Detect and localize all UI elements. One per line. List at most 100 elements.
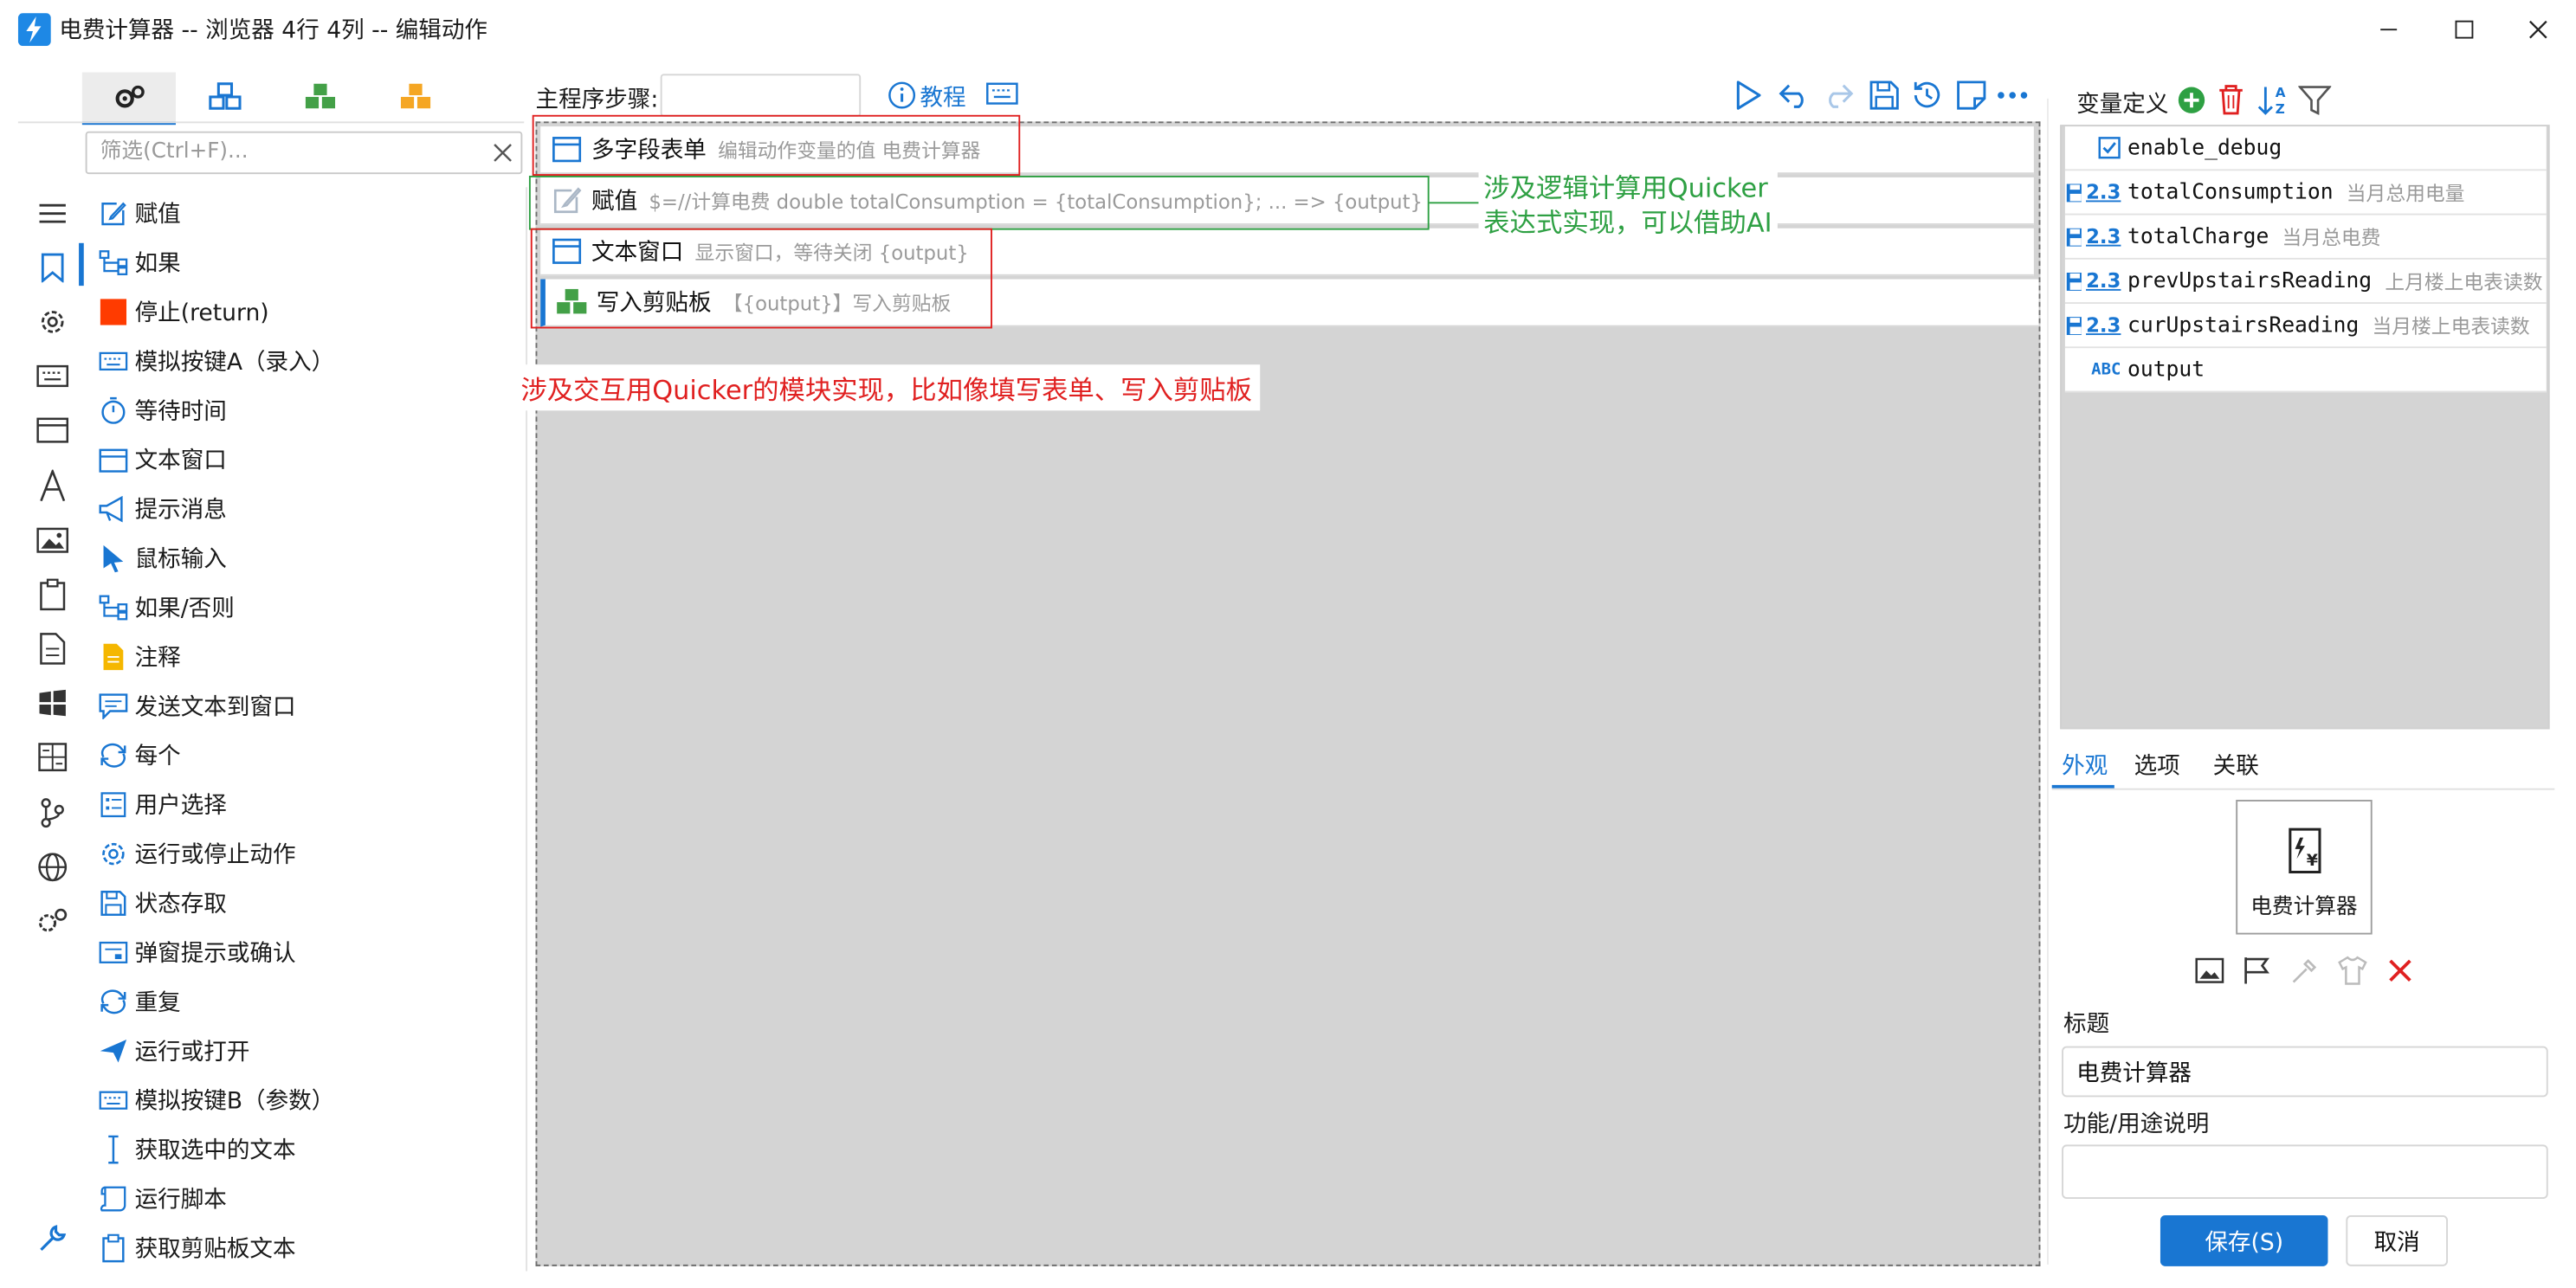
note-icon (99, 642, 128, 672)
flag-icon[interactable] (2241, 956, 2274, 985)
action-item[interactable]: 每个 (99, 731, 181, 780)
cancel-button[interactable]: 取消 (2346, 1215, 2448, 1266)
variable-row[interactable]: 2.3 totalConsumption 当月总用电量 (2064, 171, 2547, 216)
image-icon[interactable] (33, 520, 73, 560)
gear-icon (99, 840, 128, 869)
variable-name: output (2127, 357, 2205, 383)
action-item-label: 鼠标输入 (134, 546, 227, 574)
action-item[interactable]: 模拟按键A（录入） (99, 337, 334, 386)
description-input[interactable] (2062, 1144, 2548, 1200)
filter-icon[interactable] (2298, 86, 2332, 115)
action-item[interactable]: 运行或停止动作 (99, 829, 296, 879)
clipboard-icon (99, 1233, 128, 1263)
keyboard-shortcut-icon[interactable] (985, 82, 1018, 106)
variable-row[interactable]: enable_debug (2064, 126, 2547, 171)
subprogram-selector[interactable] (660, 74, 862, 117)
tab-modules-blue[interactable] (178, 72, 271, 121)
menu-icon[interactable] (33, 194, 73, 234)
note-toolbar-icon[interactable] (1953, 79, 1990, 112)
window-rail-icon[interactable] (33, 410, 73, 450)
title-input[interactable] (2062, 1046, 2548, 1098)
variable-row[interactable]: 2.3 prevUpstairsReading 上月楼上电表读数 (2064, 259, 2547, 305)
add-variable-icon[interactable] (2177, 86, 2206, 115)
save-icon[interactable] (1866, 79, 1902, 112)
action-item[interactable]: 模拟按键B（参数） (99, 1076, 334, 1125)
action-item-label: 注释 (134, 645, 181, 672)
action-item[interactable]: 注释 (99, 632, 181, 681)
clear-filter-icon[interactable] (493, 143, 513, 163)
tab-associations[interactable]: 关联 (2213, 749, 2259, 789)
action-item[interactable]: 运行脚本 (99, 1175, 227, 1224)
svg-text:A: A (2276, 85, 2286, 100)
tab-basic-actions[interactable] (81, 72, 177, 126)
calculator-icon[interactable] (33, 737, 73, 777)
git-branch-icon[interactable] (33, 793, 73, 833)
action-item-label: 赋值 (134, 202, 181, 229)
minimize-button[interactable] (2351, 0, 2426, 59)
save-button[interactable]: 保存(S) (2160, 1215, 2328, 1266)
clipboard-rail-icon[interactable] (33, 575, 73, 615)
choose-image-icon[interactable] (2193, 956, 2226, 985)
variable-name: totalConsumption (2127, 179, 2334, 205)
remove-icon[interactable] (2384, 956, 2417, 985)
settings-gear-icon[interactable] (33, 302, 73, 342)
history-icon[interactable] (1909, 79, 1946, 112)
tutorial-link[interactable]: 教程 (920, 80, 965, 113)
action-item[interactable]: 如果 (99, 238, 181, 287)
variable-row[interactable]: 2.3 totalCharge 当月总电费 (2064, 215, 2547, 260)
action-item[interactable]: 用户选择 (99, 780, 227, 829)
action-item[interactable]: 文本窗口 (99, 435, 227, 485)
action-item-label: 文本窗口 (134, 448, 227, 475)
eyedropper-icon[interactable] (2289, 956, 2321, 985)
action-item[interactable]: 获取剪贴板文本 (99, 1223, 296, 1271)
action-item[interactable]: 如果/否则 (99, 583, 235, 633)
action-item[interactable]: 弹窗提示或确认 (99, 928, 296, 977)
action-item[interactable]: 鼠标输入 (99, 534, 227, 583)
variable-description: 当月总用电量 (2346, 181, 2465, 205)
tab-modules-orange[interactable] (368, 72, 462, 121)
action-item[interactable]: 获取选中的文本 (99, 1125, 296, 1175)
more-icon[interactable] (1994, 79, 2030, 112)
variable-description: 当月总电费 (2282, 225, 2381, 249)
action-item[interactable]: 重复 (99, 977, 181, 1027)
undo-icon[interactable] (1776, 79, 1812, 112)
variable-row[interactable]: 2.3 curUpstairsReading 当月楼上电表读数 (2064, 304, 2547, 349)
action-item-label: 模拟按键B（参数） (134, 1088, 335, 1116)
send-icon (99, 1036, 128, 1066)
action-item[interactable]: 停止(return) (99, 287, 269, 337)
document-icon[interactable] (33, 629, 73, 669)
delete-variable-icon[interactable] (2218, 84, 2244, 115)
font-icon[interactable] (33, 467, 73, 506)
action-item[interactable]: 赋值 (99, 189, 181, 238)
annotation-green-text: 涉及逻辑计算用Quicker 表达式实现，可以借助AI (1478, 171, 1778, 241)
checkbox-icon[interactable] (2065, 136, 2127, 159)
edit-icon (99, 199, 128, 229)
close-button[interactable] (2501, 0, 2576, 59)
advanced-gears-icon[interactable] (33, 902, 73, 942)
info-icon[interactable] (888, 80, 917, 110)
cubes-green-icon (303, 82, 336, 112)
action-item[interactable]: 等待时间 (99, 386, 227, 435)
saved-variable-icon (2066, 183, 2082, 202)
cubes-orange-icon (398, 82, 431, 112)
tab-options[interactable]: 选项 (2134, 749, 2180, 789)
maximize-button[interactable] (2426, 0, 2502, 59)
shirt-icon[interactable] (2336, 956, 2369, 985)
wrench-icon[interactable] (33, 1219, 73, 1259)
action-item[interactable]: 发送文本到窗口 (99, 681, 296, 731)
keyboard-rail-icon[interactable] (33, 357, 73, 396)
globe-icon[interactable] (33, 847, 73, 887)
windows-icon[interactable] (33, 683, 73, 723)
action-item[interactable]: 状态存取 (99, 879, 227, 928)
filter-input[interactable] (96, 138, 481, 166)
tab-modules-green[interactable] (273, 72, 366, 121)
variable-row[interactable]: ABC output (2064, 348, 2547, 393)
action-item[interactable]: 提示消息 (99, 485, 227, 534)
run-icon[interactable] (1730, 79, 1766, 112)
action-item[interactable]: 运行或打开 (99, 1027, 249, 1076)
bookmark-icon[interactable] (33, 248, 73, 287)
redo-icon[interactable] (1820, 79, 1856, 112)
tab-appearance[interactable]: 外观 (2062, 749, 2108, 789)
cubes-blue-icon (208, 82, 241, 112)
sort-az-icon[interactable]: AZ (2257, 84, 2290, 117)
